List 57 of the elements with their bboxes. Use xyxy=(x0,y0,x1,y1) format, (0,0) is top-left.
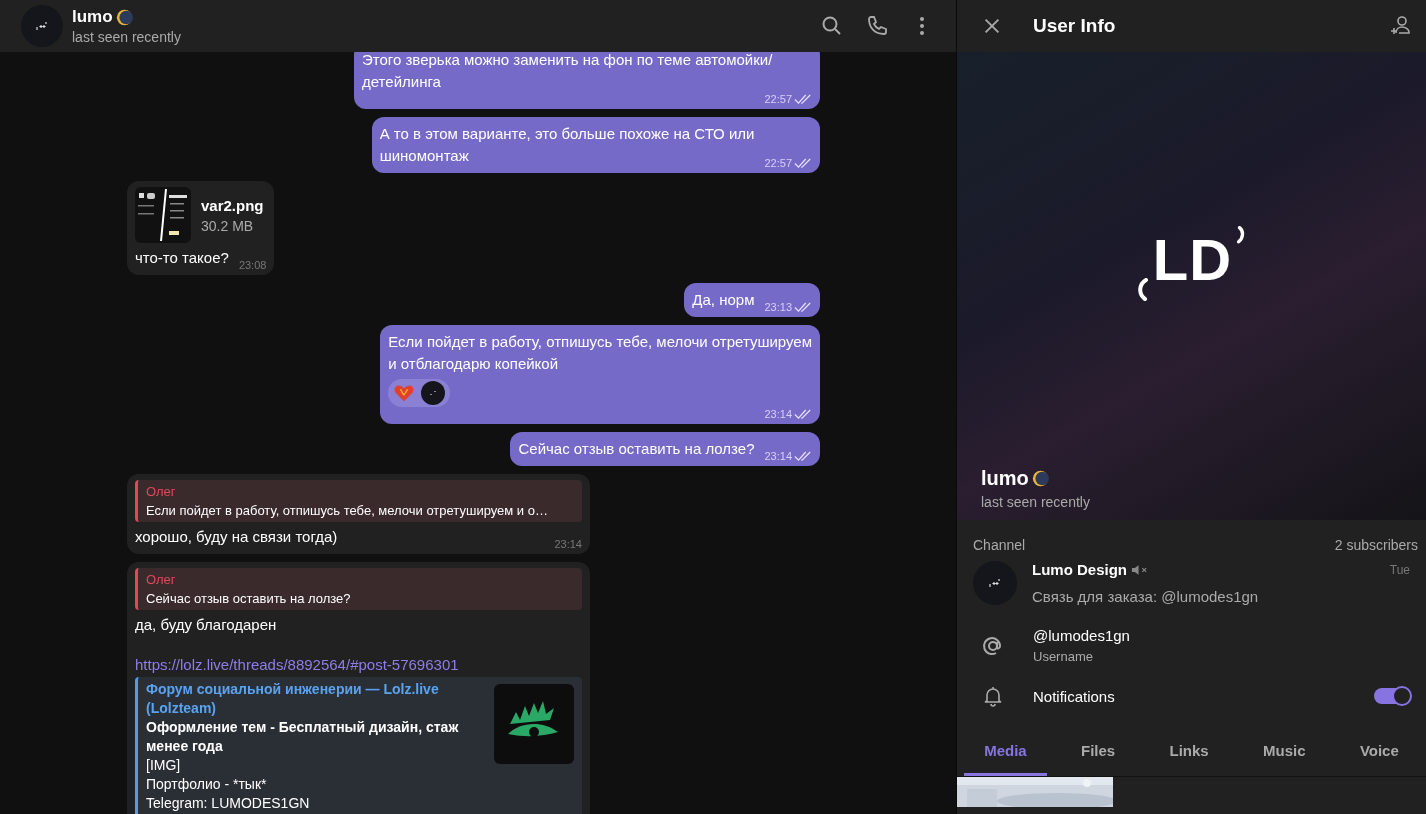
username-label: Username xyxy=(1033,649,1094,664)
channel-name: Lumo Design xyxy=(1032,561,1127,578)
logo-text: LD xyxy=(1152,226,1233,293)
moon-icon xyxy=(1031,470,1049,487)
quote-author: Олег xyxy=(146,572,177,587)
message-link[interactable]: https://lolz.live/threads/8892564/#post-57696301 xyxy=(135,656,582,673)
channel-item[interactable]: Lumo Design Tue Связь для заказа: @lumodes1gn xyxy=(957,553,1426,605)
media-tab[interactable]: Voice xyxy=(1339,730,1419,776)
reply-quote[interactable]: Олег Сейчас отзыв оставить на лолзе? xyxy=(135,568,582,610)
profile-status: last seen recently xyxy=(981,494,1091,510)
quote-author: Олег xyxy=(146,484,177,499)
message-time: 23:13 xyxy=(764,301,792,313)
message-time: 23:08 xyxy=(238,259,267,271)
message-text: А то в этом варианте, это больше похоже на СТО или шиномонтаж xyxy=(379,124,755,166)
message-text: Этого зверька можно заменить на фон по теме автомойки/ детейлинга xyxy=(362,50,773,92)
notifications-label: Notifications xyxy=(1033,687,1116,705)
message-time: 22:57 xyxy=(764,157,792,169)
eye-logo-icon xyxy=(494,684,574,764)
phone-icon[interactable] xyxy=(865,14,889,38)
file-name: var2.png xyxy=(201,196,264,214)
avatar-icon xyxy=(421,381,446,405)
notifications-toggle[interactable] xyxy=(1374,688,1410,704)
subscriber-count: 2 subscribers xyxy=(1334,537,1418,553)
media-tab[interactable]: Music xyxy=(1243,730,1326,776)
preview-title: Оформление тем - Бесплатный дизайн, стаж менее года xyxy=(146,718,460,756)
username-value: @lumodes1gn xyxy=(1033,627,1130,644)
reply-quote[interactable]: Олег Если пойдет в работу, отпишусь тебе, мелочи отретушируем и о… xyxy=(135,480,582,522)
link-preview[interactable]: Форум социальной инженерии — Lolz.live (Lolzteam) Оформление тем - Бесплатный дизайн, стаж менее года [IMG] Портфолио - *тык* Telegram: LUMODES1GN xyxy=(135,677,582,814)
profile-name: lumo xyxy=(981,467,1029,490)
moon-icon xyxy=(115,8,133,26)
media-tab[interactable]: Links xyxy=(1149,730,1229,776)
channel-description: Связь для заказа: @lumodes1gn xyxy=(1032,588,1260,605)
message-text: хорошо, буду на связи тогда) xyxy=(135,527,338,547)
message-time: 23:14 xyxy=(764,450,792,462)
media-tab[interactable]: Files xyxy=(1061,730,1136,776)
preview-site: Форум социальной инженерии — Lolz.live (Lolzteam) xyxy=(146,680,440,718)
message-text: что-то такое? xyxy=(135,248,229,268)
quote-text: Сейчас отзыв оставить на лолзе? xyxy=(146,591,352,606)
panel-title: User Info xyxy=(1033,15,1117,37)
message-text: да, буду благодарен xyxy=(135,615,278,635)
file-size: 30.2 MB xyxy=(201,217,255,234)
preview-line: Портфолио - *тык* xyxy=(146,775,268,794)
message-time: 22:57 xyxy=(764,93,792,105)
message-text: Сейчас отзыв оставить на лолзе? xyxy=(518,439,755,459)
contact-name: lumo xyxy=(72,7,113,27)
contact-status: last seen recently xyxy=(72,29,182,45)
message-text: Да, норм xyxy=(692,290,755,310)
reaction-chip[interactable] xyxy=(388,379,451,407)
channel-date: Tue xyxy=(1389,562,1410,577)
section-label: Channel xyxy=(973,537,1026,553)
preview-line: [IMG] xyxy=(146,756,182,775)
message-time: 23:14 xyxy=(764,408,792,420)
message-time: 23:14 xyxy=(554,538,582,550)
preview-line: Telegram: LUMODES1GN xyxy=(146,794,311,813)
quote-text: Если пойдет в работу, отпишусь тебе, мелочи отретушируем и о… xyxy=(146,503,549,518)
message-text: Если пойдет в работу, отпишусь тебе, мелочи отретушируем и отблагодарю копейкой xyxy=(388,332,812,374)
avatar-icon xyxy=(973,561,1017,605)
